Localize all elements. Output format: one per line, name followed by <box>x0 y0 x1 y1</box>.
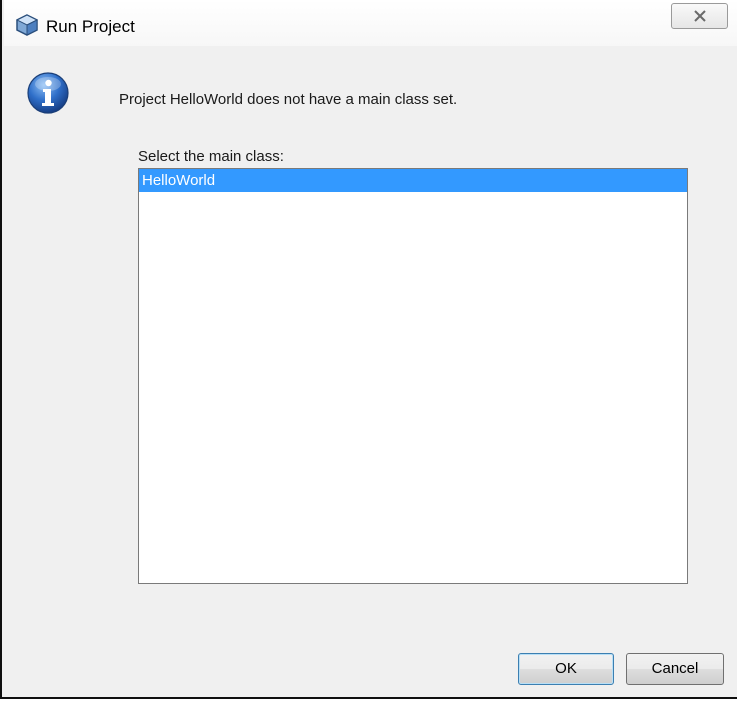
dialog-content: Project HelloWorld does not have a main … <box>4 46 737 697</box>
dialog-message: Project HelloWorld does not have a main … <box>119 91 458 108</box>
cancel-button[interactable]: Cancel <box>626 653 724 685</box>
select-main-class-label: Select the main class: <box>138 148 284 165</box>
ok-button[interactable]: OK <box>518 653 614 685</box>
window-title: Run Project <box>46 17 135 36</box>
main-class-list[interactable]: HelloWorld <box>138 168 688 584</box>
dialog-frame: Run Project Project HelloWorld does not … <box>0 0 737 699</box>
list-item[interactable]: HelloWorld <box>139 169 687 192</box>
project-cube-icon <box>16 14 38 36</box>
close-button[interactable] <box>671 3 728 29</box>
info-icon <box>27 72 69 114</box>
title-bar[interactable]: Run Project <box>4 0 737 46</box>
close-x-icon <box>693 10 706 22</box>
run-project-dialog: Run Project Project HelloWorld does not … <box>0 0 739 701</box>
